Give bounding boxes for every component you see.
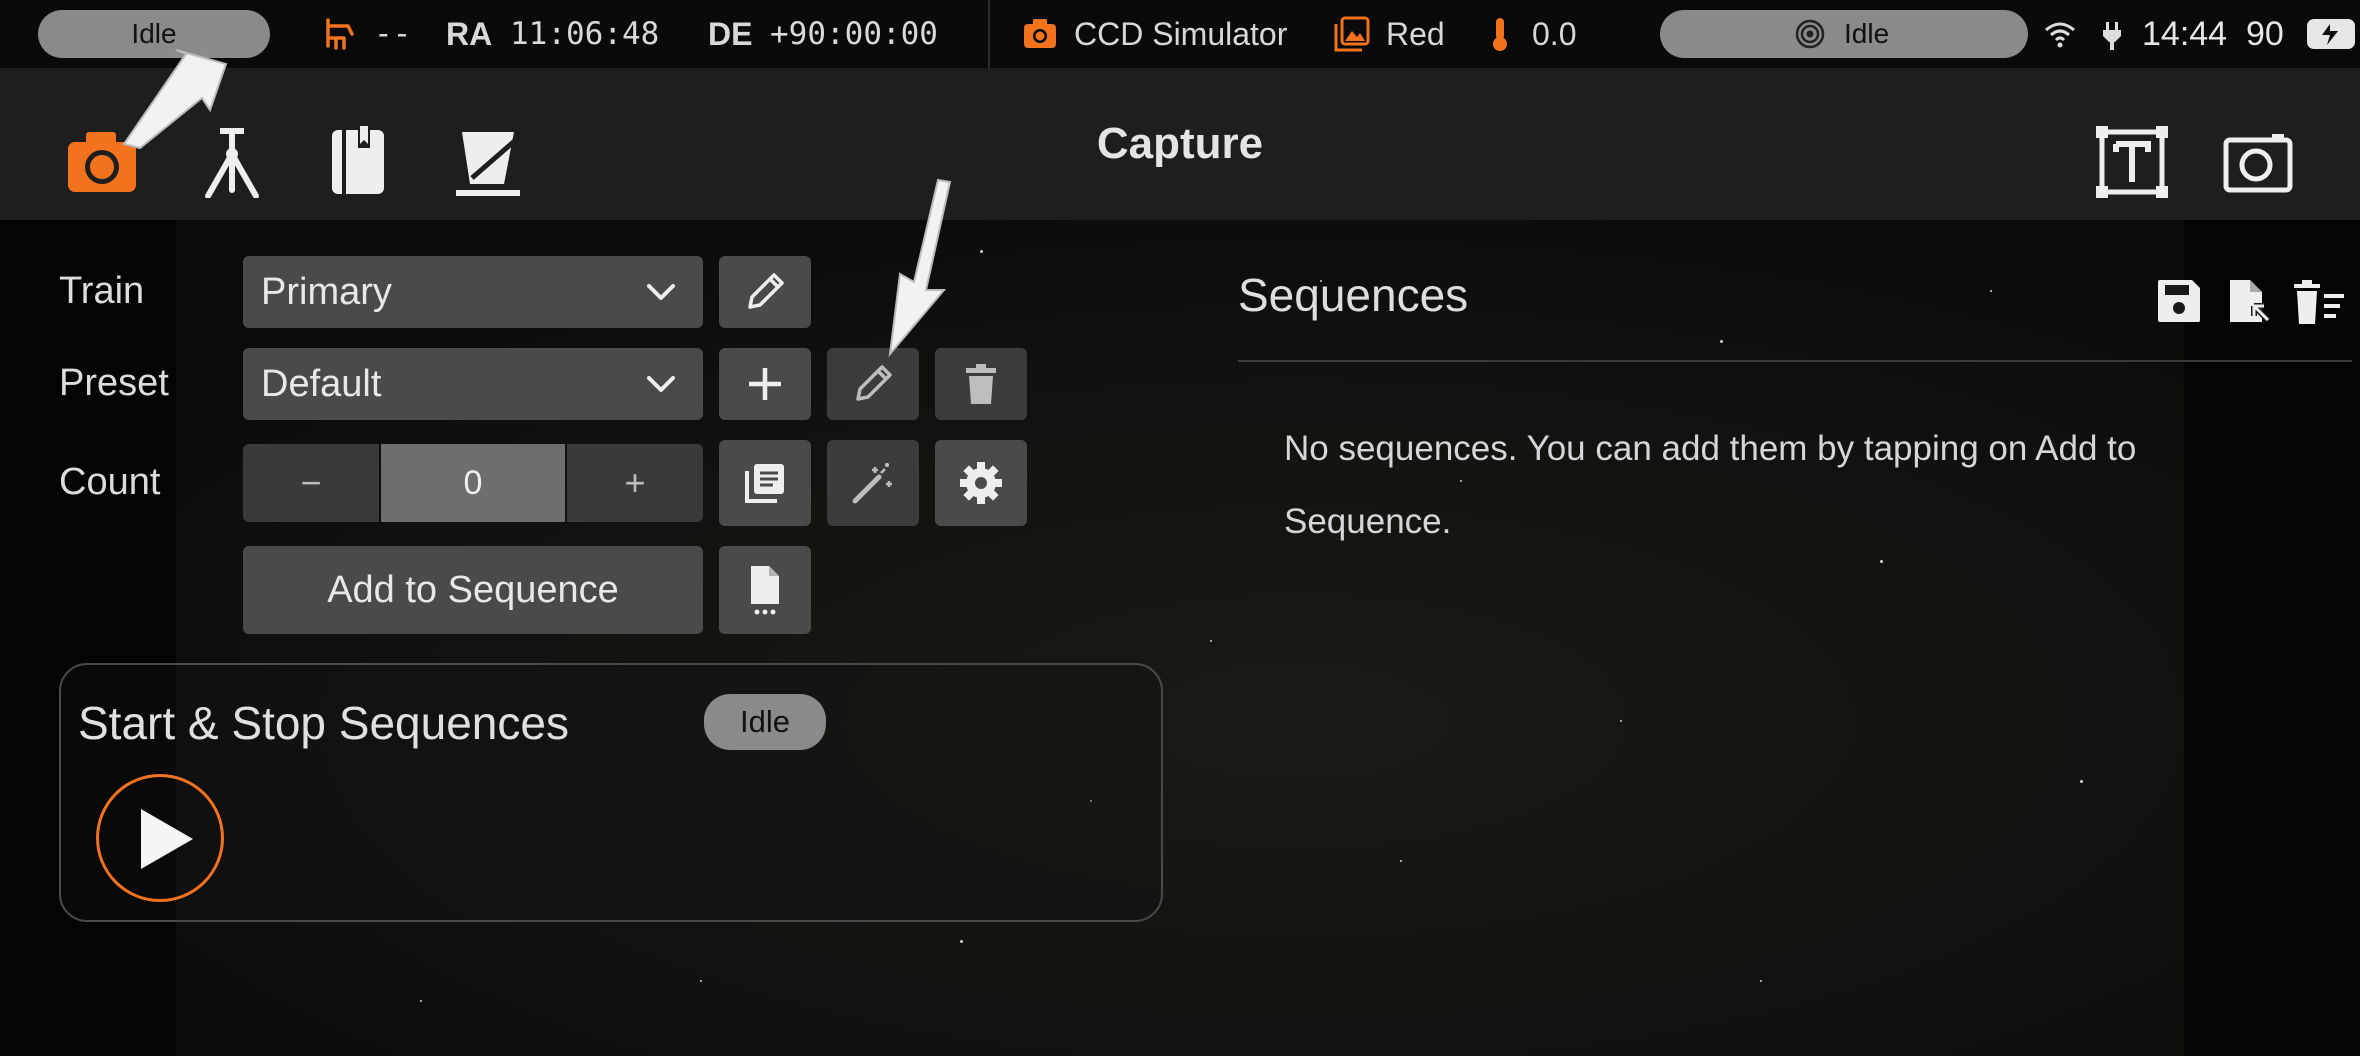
library-icon <box>745 464 784 503</box>
trash-icon <box>966 364 996 404</box>
play-icon <box>141 809 193 869</box>
start-sequence-button[interactable] <box>96 774 224 902</box>
count-decrement-button[interactable]: − <box>243 444 379 522</box>
count-label: Count <box>59 461 161 503</box>
clock: 14:44 <box>2142 15 2228 53</box>
main-area <box>0 220 2360 1056</box>
file-options-button[interactable] <box>719 546 811 634</box>
file-more-icon <box>751 566 779 615</box>
mount-value: -- <box>374 16 412 52</box>
train-label: Train <box>59 270 145 312</box>
target-icon <box>1795 19 1825 49</box>
ra-label: RA <box>446 16 493 52</box>
sequences-empty-message: No sequences. You can add them by tappin… <box>1284 429 2137 541</box>
gear-icon <box>960 462 1002 504</box>
page-title: Capture <box>1096 119 1264 168</box>
sequences-title: Sequences <box>1238 269 1469 321</box>
camera-name: CCD Simulator <box>1074 16 1288 52</box>
magic-wand-icon <box>852 463 892 504</box>
count-input[interactable]: 0 <box>381 444 565 522</box>
guide-status-text: Idle <box>1844 18 1890 49</box>
filter-icon <box>1334 16 1370 52</box>
save-icon[interactable] <box>2156 278 2202 324</box>
mount-icon <box>326 18 354 50</box>
sequences-divider <box>1238 360 2352 362</box>
de-label: DE <box>708 16 753 52</box>
preset-label: Preset <box>59 362 169 404</box>
edit-preset-button[interactable] <box>827 348 919 420</box>
tutorial-arrow-camera <box>122 49 228 150</box>
plus-icon <box>749 368 781 400</box>
chevron-down-icon <box>647 284 675 300</box>
library-button[interactable] <box>719 440 811 526</box>
notebook-icon[interactable] <box>324 126 396 198</box>
magic-wand-button[interactable] <box>827 440 919 526</box>
capture-frame-icon[interactable] <box>2222 130 2294 196</box>
add-preset-button[interactable] <box>719 348 811 420</box>
clear-list-icon[interactable] <box>2294 280 2344 324</box>
pencil-icon <box>748 273 784 309</box>
start-stop-title: Start & Stop Sequences <box>78 697 569 749</box>
thermometer-icon <box>1493 18 1507 51</box>
pencil-icon <box>856 365 892 401</box>
left-margin <box>0 220 176 1056</box>
battery-icon <box>2307 19 2355 49</box>
status-divider <box>988 0 990 68</box>
de-value: +90:00:00 <box>770 16 938 52</box>
tutorial-arrow-edit <box>888 178 952 358</box>
plug-icon <box>2103 22 2121 50</box>
camera-status-icon <box>1024 19 1056 48</box>
sequence-status-badge: Idle <box>704 694 826 750</box>
preset-select[interactable]: Default <box>243 348 703 420</box>
count-increment-button[interactable]: + <box>567 444 703 522</box>
delete-preset-button[interactable] <box>935 348 1027 420</box>
ra-value: 11:06:48 <box>510 16 660 52</box>
chevron-down-icon <box>647 376 675 392</box>
temperature-value: 0.0 <box>1532 16 1577 52</box>
add-to-sequence-button[interactable]: Add to Sequence <box>243 546 703 634</box>
text-box-icon[interactable] <box>2096 126 2168 198</box>
right-margin <box>2184 220 2360 1056</box>
flat-panel-icon[interactable] <box>452 126 524 198</box>
load-file-icon[interactable] <box>2226 278 2272 324</box>
train-value: Primary <box>261 271 392 313</box>
battery-percent: 90 <box>2246 15 2284 53</box>
filter-name: Red <box>1386 16 1445 52</box>
edit-train-button[interactable] <box>719 256 811 328</box>
preset-value: Default <box>261 363 382 405</box>
train-select[interactable]: Primary <box>243 256 703 328</box>
settings-button[interactable] <box>935 440 1027 526</box>
wifi-icon <box>2045 22 2075 48</box>
